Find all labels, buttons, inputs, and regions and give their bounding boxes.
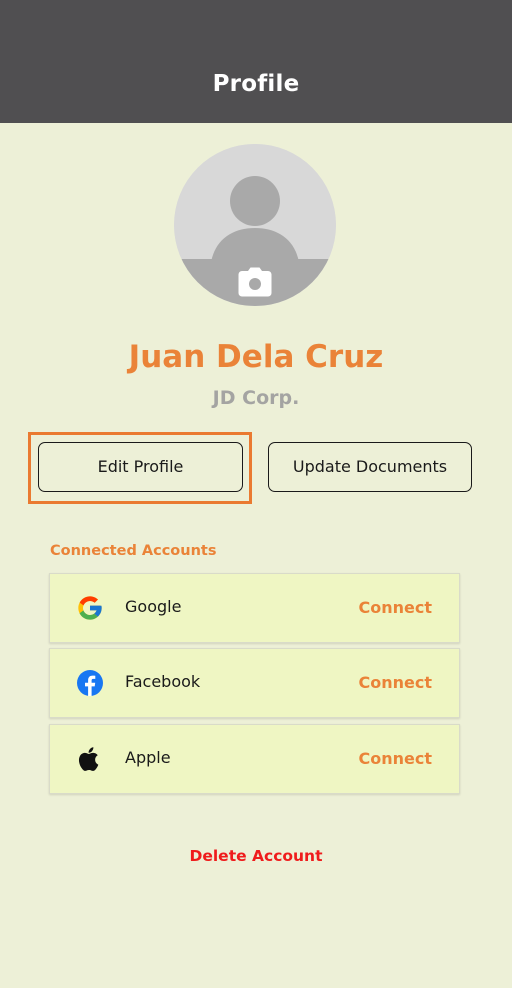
account-row-apple[interactable]: Apple Connect <box>49 724 460 794</box>
edit-profile-button[interactable]: Edit Profile <box>38 442 243 492</box>
app-header: Profile <box>0 0 512 123</box>
camera-icon[interactable] <box>237 266 273 298</box>
connect-apple-button[interactable]: Connect <box>359 748 433 770</box>
user-name: Juan Dela Cruz <box>128 339 384 375</box>
update-documents-button[interactable]: Update Documents <box>268 442 472 492</box>
connected-accounts-title: Connected Accounts <box>50 543 217 559</box>
account-row-facebook[interactable]: Facebook Connect <box>49 648 460 718</box>
connect-google-button[interactable]: Connect <box>359 597 433 619</box>
account-row-google[interactable]: Google Connect <box>49 573 460 643</box>
account-label-apple: Apple <box>125 748 171 767</box>
account-label-google: Google <box>125 597 182 616</box>
company-name: JD Corp. <box>212 387 300 409</box>
apple-icon <box>76 745 104 773</box>
connect-facebook-button[interactable]: Connect <box>359 672 433 694</box>
facebook-icon <box>76 669 104 697</box>
delete-account-button[interactable]: Delete Account <box>0 845 512 867</box>
account-label-facebook: Facebook <box>125 672 201 691</box>
google-icon <box>76 594 104 622</box>
page-title: Profile <box>212 71 300 97</box>
